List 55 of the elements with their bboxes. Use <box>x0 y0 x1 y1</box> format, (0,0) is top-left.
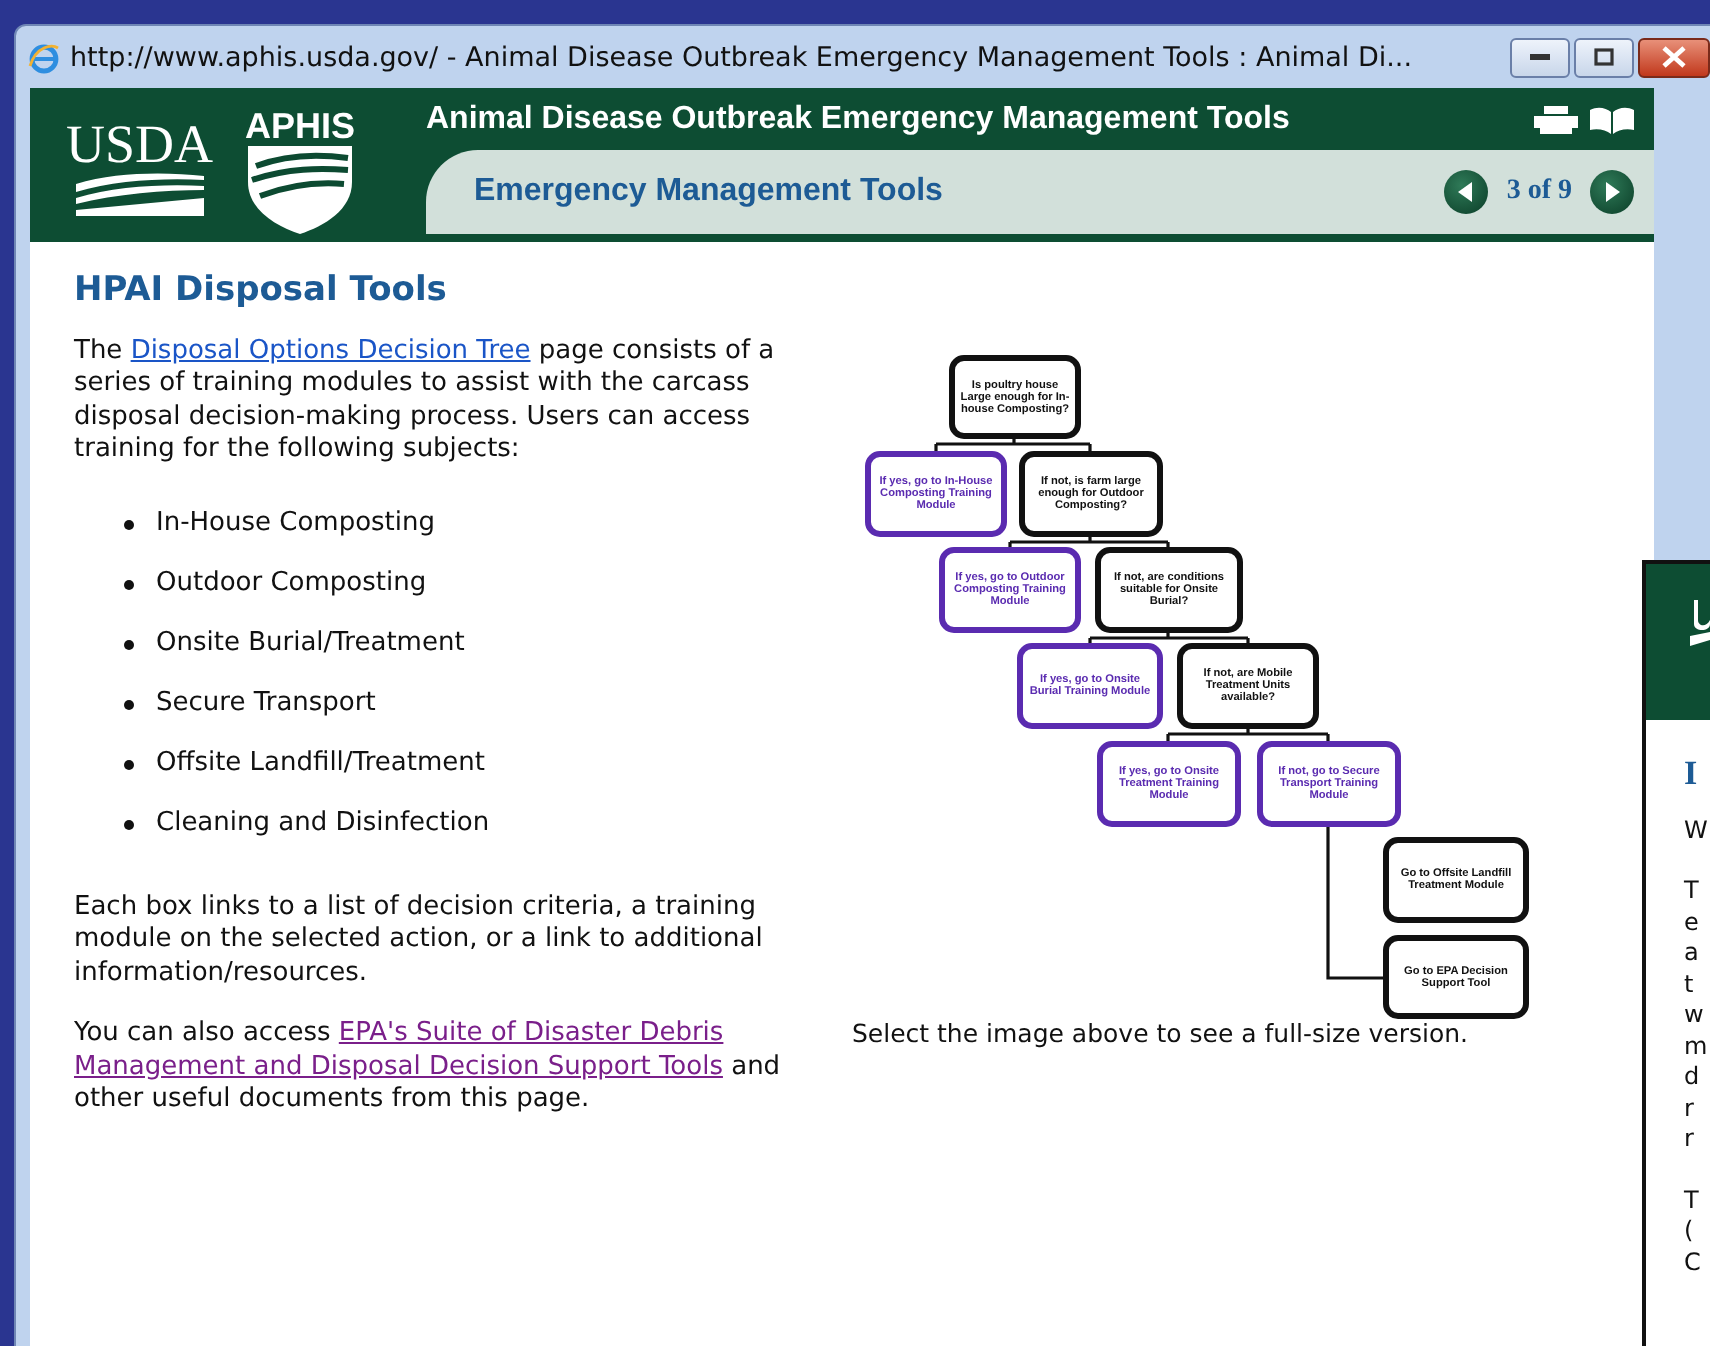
bullet-icon <box>124 520 134 530</box>
previous-button[interactable] <box>1444 170 1489 214</box>
maximize-icon <box>1594 48 1614 66</box>
text-fragment: C <box>1684 1247 1701 1278</box>
decision-tree-link[interactable]: Disposal Options Decision Tree <box>130 335 531 365</box>
text-fragment: w <box>1684 1000 1704 1031</box>
epa-tools-link[interactable]: Management and Disposal Decision Support Tools <box>74 1051 723 1081</box>
text-fragment: m <box>1684 1031 1708 1062</box>
resources-paragraph: You can also access EPA's Suite of Disaster Debris Management and Disposal Decision Support Tools and other useful documents from this page. <box>74 1018 783 1117</box>
subject-item: Outdoor Composting <box>156 568 427 602</box>
subject-item: Offsite Landfill/Treatment <box>156 748 485 782</box>
text-fragment: T <box>1684 876 1699 907</box>
bullet-icon <box>124 640 134 650</box>
bullet-icon <box>124 700 134 710</box>
section-title: Emergency Management Tools <box>474 174 945 210</box>
logo-text: USDA <box>66 115 214 171</box>
heading-fragment: I <box>1684 758 1698 789</box>
site-title: Animal Disease Outbreak Emergency Management Tools <box>426 101 1292 137</box>
text-fragment: W <box>1684 815 1708 846</box>
minimize-button[interactable] <box>1510 37 1570 77</box>
bullet-icon <box>124 820 134 830</box>
fields-icon <box>75 171 204 215</box>
right-triangle-icon <box>1604 182 1620 202</box>
text-fragment: ( <box>1684 1216 1694 1247</box>
text-fragment: r <box>1684 1124 1694 1155</box>
text-fragment: d <box>1684 1062 1700 1093</box>
text-fragment: a <box>1684 938 1699 969</box>
bullet-icon <box>124 760 134 770</box>
left-triangle-icon <box>1458 182 1475 202</box>
explanation-paragraph: Each box links to a list of decision criteria, a training module on the selected action, or a link to additional information/resources. <box>74 891 765 990</box>
maximize-button[interactable] <box>1574 37 1634 77</box>
subject-item: Secure Transport <box>156 688 376 722</box>
logo-text: APHIS <box>245 105 356 145</box>
book-icon[interactable] <box>1590 105 1634 133</box>
printer-icon[interactable] <box>1534 105 1578 133</box>
globe-e-icon <box>28 41 60 73</box>
page-heading: HPAI Disposal Tools <box>74 274 449 307</box>
text-fragment: r <box>1684 1093 1694 1124</box>
minimize-icon <box>1530 53 1550 61</box>
close-button[interactable] <box>1638 37 1710 77</box>
shield-icon <box>248 145 353 233</box>
subject-item: Onsite Burial/Treatment <box>156 628 465 662</box>
close-icon <box>1662 46 1686 68</box>
epa-tools-link[interactable]: EPA's Suite of Disaster Debris <box>338 1018 724 1048</box>
text-fragment: t <box>1684 969 1694 1000</box>
bullet-icon <box>124 580 134 590</box>
text-fragment: T <box>1684 1185 1699 1216</box>
page-counter: 3 of 9 <box>1506 176 1572 208</box>
text-fragment: e <box>1684 907 1699 938</box>
intro-paragraph: The Disposal Options Decision Tree page consists of a series of training modules to assist with the carcass disposal decision-making process. Users can access training for the following subjects: <box>74 335 777 467</box>
window-title: http://www.aphis.usda.gov/ - Animal Disease Outbreak Emergency Management Tools : Animal Di... <box>70 41 1414 73</box>
next-button[interactable] <box>1590 170 1634 214</box>
subject-item: In-House Composting <box>156 508 436 542</box>
image-caption: Select the image above to see a full-size version. <box>852 1018 1471 1048</box>
subject-item: Cleaning and Disinfection <box>156 808 490 842</box>
